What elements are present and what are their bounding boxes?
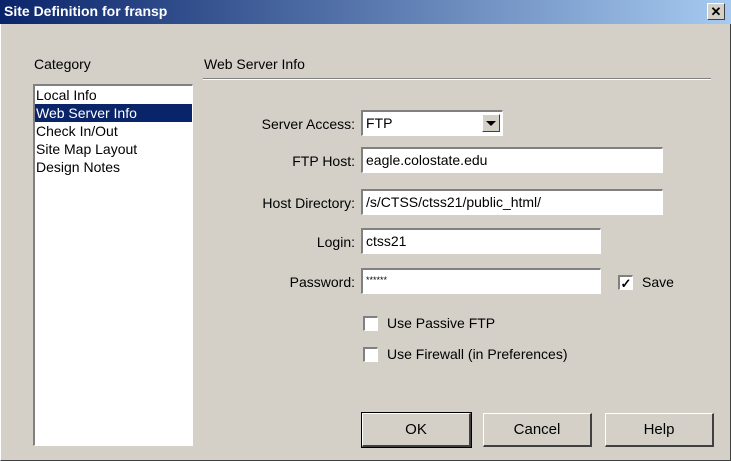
save-checkbox[interactable]: ✓ <box>618 275 633 290</box>
save-label: Save <box>642 274 674 290</box>
help-button[interactable]: Help <box>605 413 714 447</box>
host-directory-label: Host Directory: <box>262 195 355 211</box>
ftp-host-label: FTP Host: <box>292 153 355 169</box>
category-heading: Category <box>34 56 91 72</box>
close-icon: ✕ <box>710 3 722 19</box>
passive-ftp-label: Use Passive FTP <box>387 315 496 331</box>
host-directory-input[interactable]: /s/CTSS/ctss21/public_html/ <box>361 189 663 215</box>
close-button[interactable]: ✕ <box>707 3 725 20</box>
dropdown-button[interactable] <box>482 114 500 132</box>
window-title: Site Definition for fransp <box>4 3 168 19</box>
server-access-value: FTP <box>366 115 393 131</box>
ftp-host-input[interactable]: eagle.colostate.edu <box>361 147 663 173</box>
firewall-label: Use Firewall (in Preferences) <box>387 346 568 362</box>
ok-button[interactable]: OK <box>361 412 472 448</box>
panel-divider <box>203 78 711 80</box>
server-access-select[interactable]: FTP <box>361 110 503 136</box>
category-item-check-in-out[interactable]: Check In/Out <box>35 122 192 140</box>
firewall-checkbox[interactable] <box>363 347 378 362</box>
checkmark-icon: ✓ <box>620 275 632 291</box>
passive-ftp-checkbox[interactable] <box>363 316 378 331</box>
password-label: Password: <box>289 274 355 290</box>
panel-heading: Web Server Info <box>204 56 305 72</box>
title-bar: Site Definition for fransp ✕ <box>0 0 731 24</box>
chevron-down-icon <box>486 120 496 126</box>
category-item-site-map-layout[interactable]: Site Map Layout <box>35 140 192 158</box>
category-list[interactable]: Local Info Web Server Info Check In/Out … <box>33 84 193 446</box>
login-label: Login: <box>316 234 355 250</box>
category-item-web-server-info[interactable]: Web Server Info <box>35 104 192 122</box>
login-input[interactable]: ctss21 <box>361 228 601 254</box>
category-item-design-notes[interactable]: Design Notes <box>35 158 192 176</box>
cancel-button[interactable]: Cancel <box>483 413 592 447</box>
server-access-label: Server Access: <box>261 116 355 132</box>
category-item-local-info[interactable]: Local Info <box>35 86 192 104</box>
password-input[interactable]: ****** <box>361 268 601 294</box>
